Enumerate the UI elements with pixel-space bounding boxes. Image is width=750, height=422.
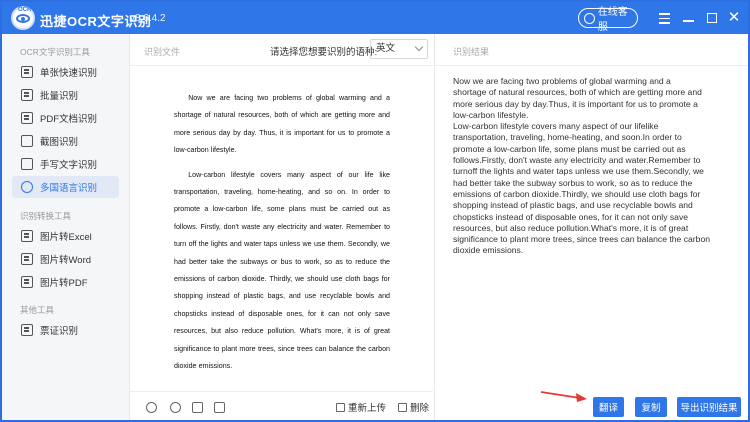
word-icon (21, 253, 33, 265)
upload-icon (336, 402, 345, 412)
sidebar-item-label: PDF文档识别 (40, 114, 98, 125)
document-paragraph: Now we are facing two problems of global… (174, 94, 390, 155)
app-logo: OCR (11, 6, 35, 30)
reupload-button[interactable]: 重新上传 (336, 400, 386, 414)
result-line: had better take the subway sorbus to wor… (453, 177, 693, 188)
reupload-label: 重新上传 (348, 403, 387, 414)
headset-icon (584, 12, 595, 24)
sidebar-item-label: 图片转PDF (40, 278, 88, 289)
sidebar-item-label: 多国语言识别 (40, 183, 98, 194)
sidebar-item-handwriting[interactable]: 手写文字识别 (12, 153, 119, 175)
sidebar-item-label: 手写文字识别 (40, 160, 98, 171)
sidebar-item-batch[interactable]: 批量识别 (12, 84, 119, 106)
sidebar-item-single-recognize[interactable]: 单张快速识别 (12, 61, 119, 83)
sidebar-section-title: 识别转换工具 (20, 211, 72, 221)
title-bar: OCR 迅捷OCR文字识别 v8.6.4.2 在线客服 ✕ (2, 2, 748, 34)
image-icon (21, 66, 33, 78)
file-panel-title: 识别文件 (144, 47, 181, 57)
result-line: shortage of natural resources, both of w… (453, 87, 702, 98)
result-line: Now we are facing two problems of global… (453, 76, 671, 86)
close-icon[interactable]: ✕ (726, 10, 742, 26)
maximize-icon[interactable] (704, 10, 720, 26)
result-line: chopsticks instead of disposable ones, f… (453, 211, 689, 222)
batch-icon (21, 89, 33, 101)
sidebar: OCR文字识别工具 单张快速识别 批量识别 PDF文档识别 截图识别 手写文字识… (2, 34, 130, 420)
pdf-convert-icon (21, 276, 33, 288)
ticket-icon (21, 324, 33, 336)
translate-button[interactable]: 翻译 (593, 397, 624, 417)
sidebar-item-to-excel[interactable]: 图片转Excel (12, 225, 119, 247)
result-panel-toolbar: 翻译 复制 导出识别结果 (434, 391, 748, 420)
menu-icon[interactable] (656, 10, 672, 26)
result-text[interactable]: Now we are facing two problems of global… (434, 66, 748, 391)
copy-button[interactable]: 复制 (635, 397, 667, 417)
result-panel-header: 识别结果 (434, 34, 748, 66)
sidebar-item-label: 图片转Word (40, 255, 92, 266)
result-line: Low-carbon lifestyle covers many aspect … (453, 121, 659, 132)
document-page: Now we are facing two problems of global… (174, 90, 390, 376)
sidebar-item-ticket[interactable]: 票证识别 (12, 319, 119, 341)
pen-icon (21, 158, 33, 170)
document-preview: Now we are facing two problems of global… (130, 66, 433, 391)
globe-icon (21, 181, 33, 193)
chevron-down-icon (414, 42, 424, 52)
pdf-icon (21, 112, 33, 124)
zoom-out-icon[interactable] (170, 402, 181, 413)
trash-icon (398, 402, 407, 412)
sidebar-item-label: 批量识别 (40, 91, 79, 102)
sidebar-item-to-word[interactable]: 图片转Word (12, 248, 119, 270)
result-line: low-carbon lifestyle. (453, 109, 529, 120)
screenshot-icon (21, 135, 33, 147)
result-line: transportation, traveling, home-heating,… (453, 132, 682, 143)
result-panel-title: 识别结果 (453, 47, 490, 57)
sidebar-item-multilang[interactable]: 多国语言识别 (12, 176, 119, 198)
sidebar-section-title: 其他工具 (20, 305, 55, 315)
result-line: dioxide emissions. (453, 245, 524, 256)
excel-icon (21, 230, 33, 242)
file-panel-toolbar: 重新上传 删除 (130, 391, 433, 420)
language-select[interactable]: 英文 (370, 39, 428, 59)
sidebar-item-pdf[interactable]: PDF文档识别 (12, 107, 119, 129)
sidebar-item-screenshot[interactable]: 截图识别 (12, 130, 119, 152)
result-line: promote a low-carbon life, some plans mu… (453, 143, 686, 154)
minimize-icon[interactable] (680, 10, 696, 26)
sidebar-item-label: 图片转Excel (40, 232, 92, 243)
result-line: shopping instead of plastic bags, and us… (453, 200, 693, 211)
sidebar-item-label: 单张快速识别 (40, 68, 98, 79)
sidebar-item-to-pdf[interactable]: 图片转PDF (12, 271, 119, 293)
result-line: turnoff the lights and water taps unless… (453, 166, 704, 177)
eye-icon (16, 13, 30, 23)
result-line: significance to plant more trees, since … (453, 234, 711, 245)
sidebar-section-title: OCR文字识别工具 (20, 47, 90, 57)
language-value: 英文 (376, 43, 396, 54)
zoom-in-icon[interactable] (146, 402, 157, 413)
export-result-button[interactable]: 导出识别结果 (677, 397, 741, 417)
rotate-left-icon[interactable] (192, 402, 203, 413)
delete-label: 删除 (410, 403, 430, 414)
rotate-right-icon[interactable] (214, 402, 225, 413)
result-line: more serious day by day.Thus, it is impo… (453, 98, 698, 109)
document-paragraph: Low-carbon lifestyle covers many aspect … (174, 170, 390, 371)
result-line: resources, but also reduce pollution.Wha… (453, 222, 689, 233)
delete-button[interactable]: 删除 (398, 400, 429, 414)
file-panel-header: 识别文件 请选择您想要识别的语种: 英文 (130, 34, 433, 66)
app-window: OCR 迅捷OCR文字识别 v8.6.4.2 在线客服 ✕ OCR文字识别工具 … (2, 2, 748, 420)
sidebar-item-label: 票证识别 (40, 326, 79, 337)
result-line: follows.Firstly, don't waste any electri… (453, 155, 701, 166)
online-service-label: 在线客服 (597, 7, 628, 33)
online-service-button[interactable]: 在线客服 (578, 7, 638, 33)
red-arrow-annotation (540, 391, 587, 402)
sidebar-item-label: 截图识别 (40, 137, 79, 148)
app-version: v8.6.4.2 (130, 13, 166, 24)
result-line: emissions of carbon dioxide.Thirdly, we … (453, 188, 701, 199)
language-label: 请选择您想要识别的语种: (270, 47, 378, 58)
logo-text: OCR (18, 7, 32, 13)
